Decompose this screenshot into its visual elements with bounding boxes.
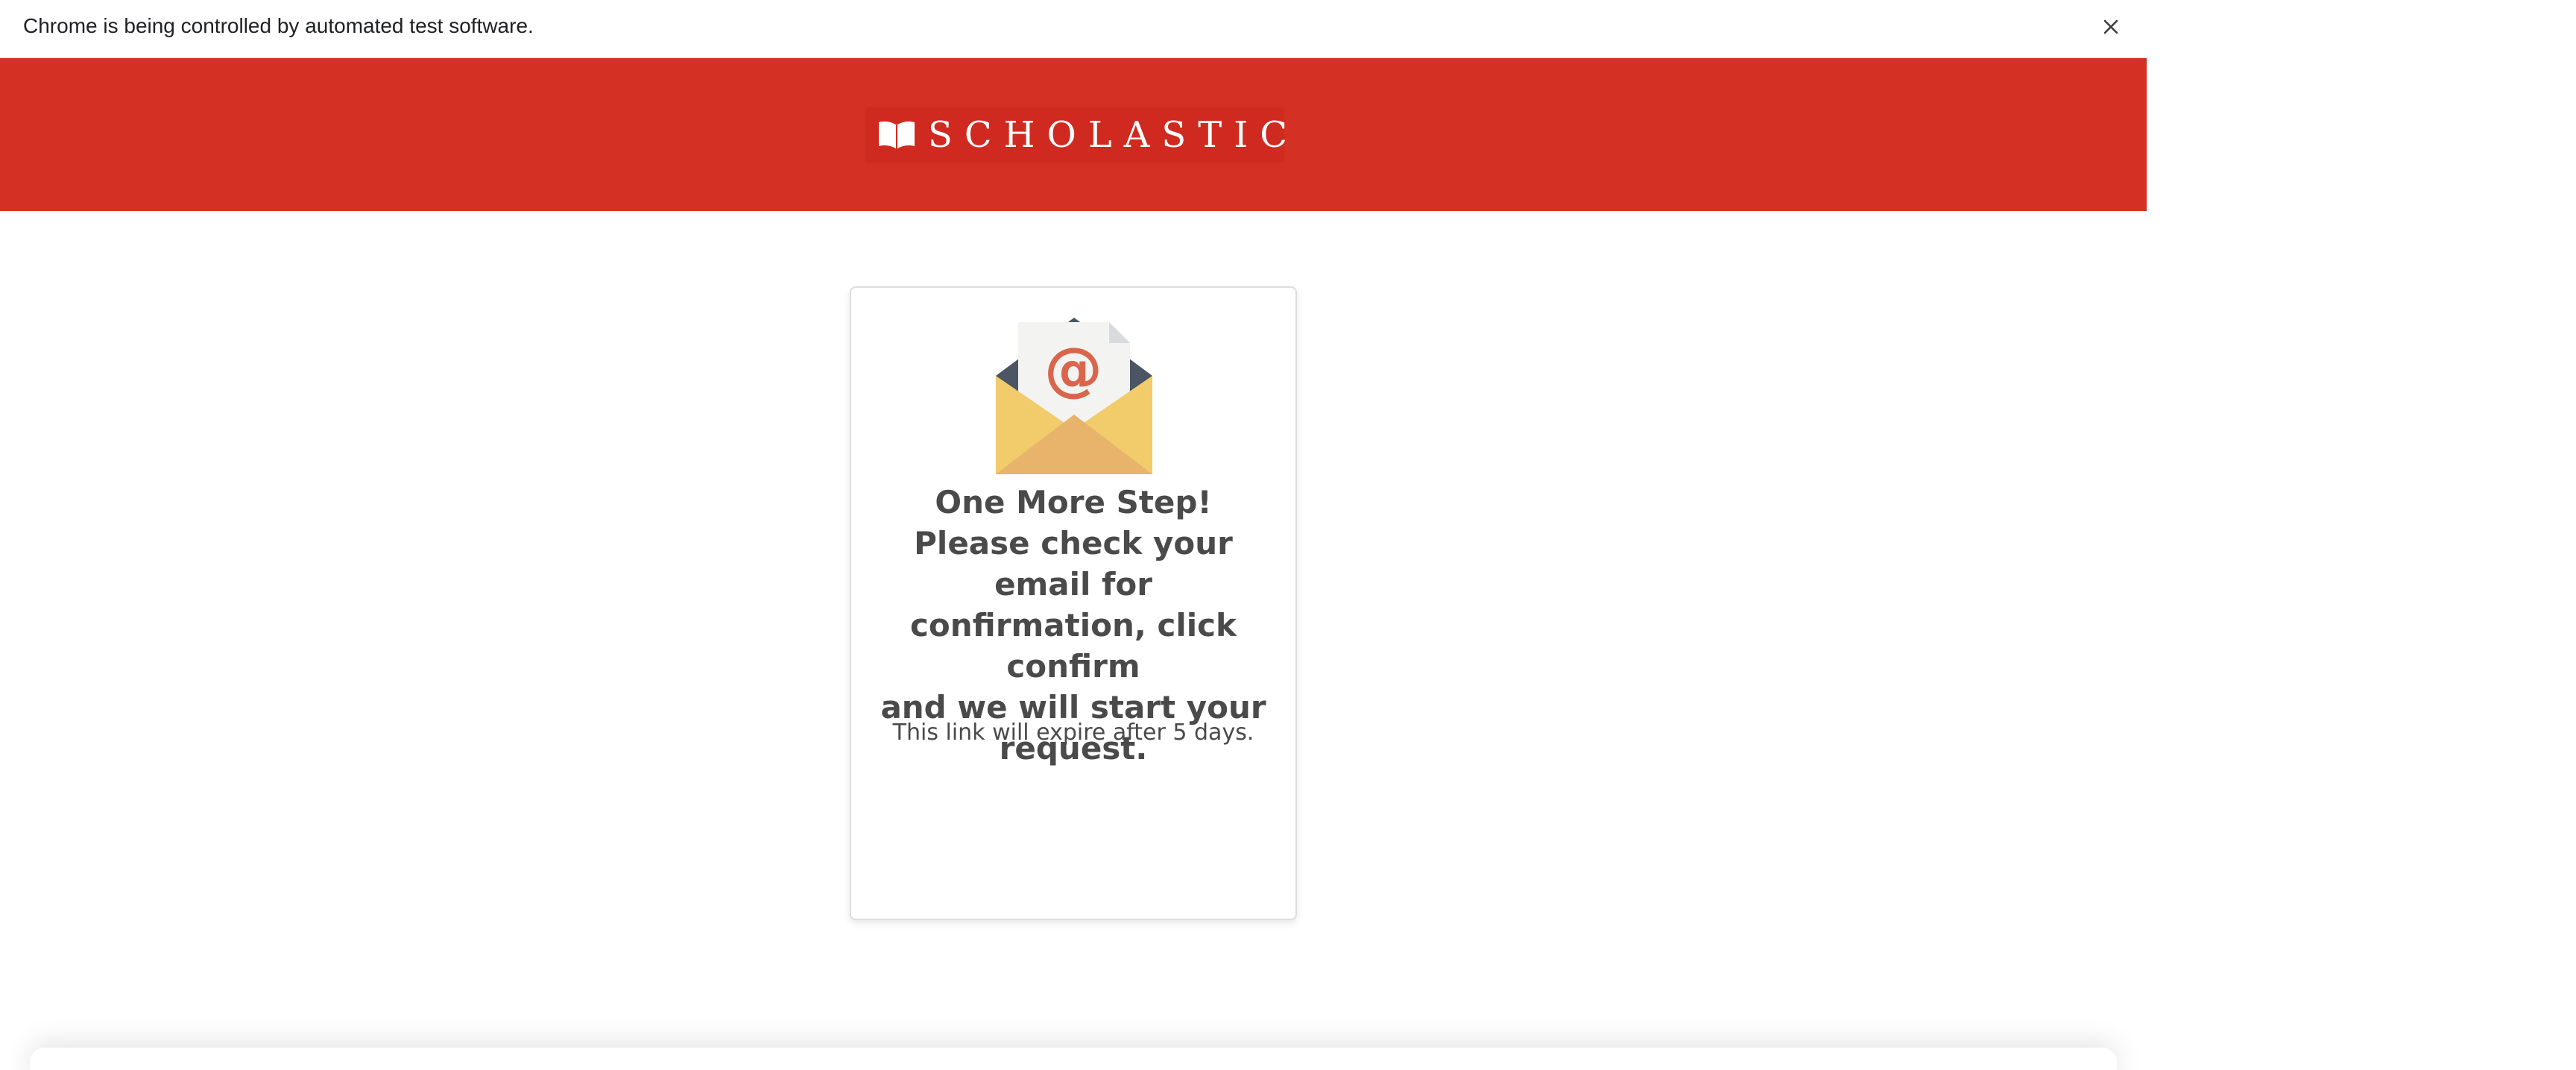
scholastic-logo[interactable]: SCHOLASTIC <box>867 109 1287 161</box>
envelope-email-icon: @ <box>996 318 1152 474</box>
infobar-message: Chrome is being controlled by automated … <box>23 14 534 37</box>
heading-line: One More Step! <box>935 484 1212 520</box>
open-book-icon <box>879 122 915 149</box>
automation-infobar: Chrome is being controlled by automated … <box>0 0 2147 58</box>
page: Chrome is being controlled by automated … <box>0 0 2576 1070</box>
expiry-note: This link will expire after 5 days. <box>892 720 1254 746</box>
heading-line: confirmation, click confirm <box>910 607 1237 685</box>
confirmation-card: @ One More Step! Please check your email… <box>850 286 1297 920</box>
heading-line: Please check your email for <box>914 525 1233 602</box>
site-header: SCHOLASTIC <box>0 58 2147 211</box>
svg-text:@: @ <box>1044 336 1102 403</box>
brand-name: SCHOLASTIC <box>928 114 1299 156</box>
footer-shadow <box>30 1048 2117 1070</box>
infobar-close-button[interactable] <box>2094 10 2127 43</box>
close-icon <box>2103 19 2118 34</box>
